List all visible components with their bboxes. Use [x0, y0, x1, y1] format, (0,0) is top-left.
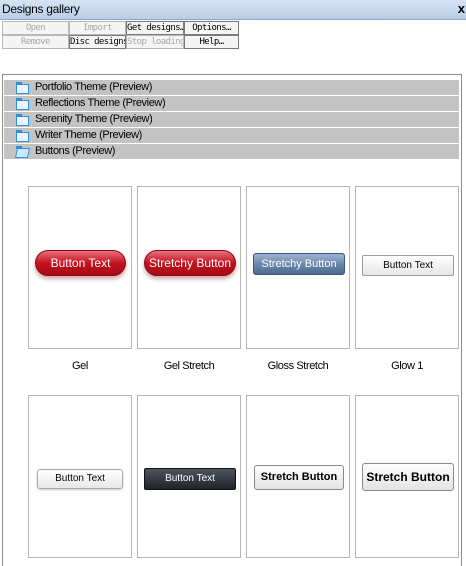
design-card[interactable]: Stretch Button — [355, 395, 459, 558]
design-card-glow-1[interactable]: Button Text — [355, 186, 459, 349]
folder-icon — [16, 130, 29, 142]
open-button[interactable]: Open — [2, 21, 69, 35]
sample-button-preview: Stretch Button — [362, 463, 454, 491]
folder-icon — [16, 98, 29, 110]
disc-designs-button[interactable]: Disc designs… — [69, 35, 126, 49]
design-caption: Gel — [72, 360, 88, 372]
sample-button-preview: Stretch Button — [254, 465, 344, 490]
design-card[interactable]: Button Text — [137, 395, 241, 558]
folder-icon — [16, 82, 29, 94]
design-card[interactable]: Button Text — [28, 395, 132, 558]
design-caption: Gloss Stretch — [267, 360, 329, 372]
category-label: Serenity Theme (Preview) — [35, 113, 153, 125]
sample-button-preview: Button Text — [35, 250, 126, 276]
category-label: Writer Theme (Preview) — [35, 129, 142, 141]
sample-button-preview: Stretchy Button — [253, 253, 345, 275]
folder-icon — [16, 114, 29, 126]
design-card-gel[interactable]: Button Text — [28, 186, 132, 349]
get-designs-button[interactable]: Get designs… — [126, 21, 184, 35]
category-row-writer[interactable]: Writer Theme (Preview) — [4, 128, 459, 144]
sample-button-preview: Stretchy Button — [144, 250, 236, 276]
design-card-gel-stretch[interactable]: Stretchy Button — [137, 186, 241, 349]
designs-gallery-panel: Portfolio Theme (Preview) Reflections Th… — [2, 74, 462, 566]
category-label: Reflections Theme (Preview) — [35, 97, 166, 109]
design-card-gloss-stretch[interactable]: Stretchy Button — [246, 186, 350, 349]
design-caption: Gel Stretch — [163, 360, 215, 372]
sample-button-preview: Button Text — [144, 468, 236, 490]
open-folder-icon — [14, 146, 31, 158]
remove-button[interactable]: Remove — [2, 35, 69, 49]
import-button[interactable]: Import — [69, 21, 126, 35]
category-label: Portfolio Theme (Preview) — [35, 81, 152, 93]
help-button[interactable]: Help… — [184, 35, 239, 49]
scrollbar[interactable] — [461, 75, 462, 566]
category-row-buttons[interactable]: Buttons (Preview) — [4, 144, 459, 160]
category-row-reflections[interactable]: Reflections Theme (Preview) — [4, 96, 459, 112]
category-label: Buttons (Preview) — [35, 145, 116, 157]
category-row-serenity[interactable]: Serenity Theme (Preview) — [4, 112, 459, 128]
sample-button-preview: Button Text — [37, 469, 123, 489]
category-row-portfolio[interactable]: Portfolio Theme (Preview) — [4, 80, 459, 96]
options-button[interactable]: Options… — [184, 21, 239, 35]
sample-button-preview: Button Text — [362, 255, 454, 276]
window-titlebar: Designs gallery x — [0, 0, 466, 20]
design-caption: Glow 1 — [391, 360, 423, 372]
stop-loading-button[interactable]: Stop loading — [126, 35, 184, 49]
design-card[interactable]: Stretch Button — [246, 395, 350, 558]
window-title: Designs gallery — [2, 2, 80, 16]
close-icon[interactable]: x — [458, 1, 465, 16]
